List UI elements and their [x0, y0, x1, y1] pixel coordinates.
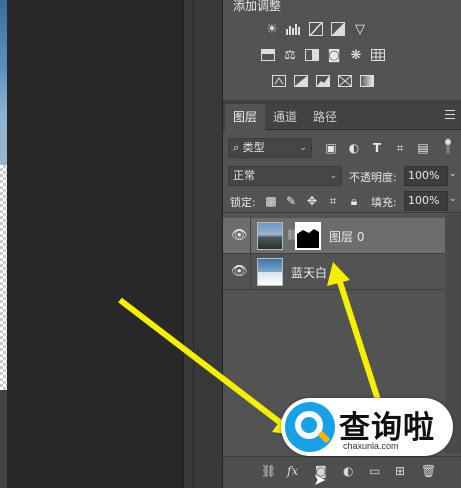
lock-artboard-icon[interactable]: ⌗	[324, 192, 342, 210]
chevron-down-icon: ⌄	[329, 171, 337, 181]
blend-row: 正常 ⌄ 不透明度: 100% ⌄	[223, 164, 461, 188]
layer-filter-row: ⌕ 类型 ⌄ ▣ ◐ T ⌗ ▤	[223, 136, 461, 160]
lock-transparent-icon[interactable]: ▩	[262, 192, 280, 210]
lock-label: 锁定:	[230, 196, 256, 209]
hue-saturation-icon[interactable]	[257, 45, 279, 65]
panel-menu-icon[interactable]	[445, 110, 455, 122]
transparency-checkerboard	[0, 165, 7, 390]
lock-paint-icon[interactable]: ✎	[282, 192, 300, 210]
adjustment-layer-icon[interactable]: ◐	[343, 464, 353, 478]
filter-pixel-icon[interactable]: ▣	[322, 139, 340, 157]
filter-kind-label: 类型	[242, 141, 265, 154]
lock-row: 锁定: ▩ ✎ ✥ ⌗ 🔒︎ 填充: 100% ⌄	[223, 191, 461, 213]
document-sky-image	[0, 0, 7, 165]
filter-smart-object-icon[interactable]: ▤	[414, 139, 432, 157]
fill-field[interactable]: 100%	[404, 191, 448, 211]
layers-tabs: 图层 通道 路径	[223, 104, 461, 130]
fx-icon[interactable]: fx	[287, 464, 298, 478]
link-layers-icon[interactable]: ⛓	[261, 464, 276, 478]
panel-dock-strip[interactable]	[183, 0, 223, 488]
layer-name[interactable]: 图层 0	[329, 228, 364, 245]
tab-channels[interactable]: 通道	[265, 104, 305, 130]
delete-layer-icon[interactable]: 🗑︎	[421, 464, 436, 478]
canvas-area[interactable]	[0, 0, 183, 488]
lock-all-icon[interactable]: 🔒︎	[345, 192, 363, 210]
magnifier-logo-icon	[285, 402, 335, 452]
filter-shape-icon[interactable]: ⌗	[391, 139, 409, 157]
filter-type-icon[interactable]: T	[368, 139, 386, 157]
exposure-icon[interactable]	[327, 19, 349, 39]
opacity-label: 不透明度:	[349, 171, 397, 184]
threshold-icon[interactable]	[312, 71, 334, 91]
visibility-eye-icon[interactable]: 👁︎	[231, 228, 248, 243]
search-icon: ⌕	[233, 141, 240, 154]
filter-kind-select[interactable]: ⌕ 类型 ⌄	[228, 138, 312, 158]
mouse-cursor-icon: ➤	[313, 470, 327, 488]
blend-mode-value: 正常	[233, 169, 255, 182]
black-white-icon[interactable]	[301, 45, 323, 65]
document-edge	[0, 0, 7, 488]
levels-icon[interactable]	[283, 19, 305, 39]
color-lookup-icon[interactable]	[367, 45, 389, 65]
curves-icon[interactable]	[305, 19, 327, 39]
layer-thumbnail[interactable]	[257, 258, 283, 286]
adjustments-title: 添加调整	[233, 0, 282, 13]
watermark-url: chaxunla.com	[343, 441, 399, 451]
layer-name[interactable]: 蓝天白	[291, 264, 327, 281]
watermark-logo: 查询啦 chaxunla.com	[281, 398, 453, 456]
visibility-eye-icon[interactable]: 👁︎	[231, 264, 248, 279]
blend-mode-select[interactable]: 正常 ⌄	[228, 166, 342, 186]
adjustments-panel: 添加调整 ☀ ▽ ⚖ ◙ ❋	[223, 0, 461, 100]
opacity-dropdown-icon[interactable]: ⌄	[449, 169, 457, 179]
invert-icon[interactable]	[268, 71, 290, 91]
vibrance-icon[interactable]: ▽	[349, 19, 371, 39]
document-bottom	[0, 390, 7, 488]
gradient-map-icon[interactable]	[356, 71, 378, 91]
fill-dropdown-icon[interactable]: ⌄	[449, 194, 457, 204]
filter-toggle-icon[interactable]	[441, 138, 455, 156]
opacity-field[interactable]: 100%	[404, 166, 448, 186]
posterize-icon[interactable]	[290, 71, 312, 91]
selective-color-icon[interactable]	[334, 71, 356, 91]
tab-paths[interactable]: 路径	[305, 104, 345, 130]
photo-filter-icon[interactable]: ◙	[323, 45, 345, 65]
layer-row-sky[interactable]: 👁︎ 蓝天白	[223, 254, 445, 290]
layer-mask-thumbnail[interactable]	[295, 222, 321, 250]
chevron-down-icon: ⌄	[299, 143, 307, 153]
layer-row-layer0[interactable]: 👁︎ ⛓ 图层 0	[223, 218, 445, 254]
group-icon[interactable]: ▭	[369, 464, 380, 478]
lock-position-icon[interactable]: ✥	[303, 192, 321, 210]
new-layer-icon[interactable]: ⊞	[395, 464, 405, 478]
tab-layers[interactable]: 图层	[225, 104, 266, 130]
layers-footer: ⛓ fx ◙ ◐ ▭ ⊞ 🗑︎	[223, 456, 461, 488]
channel-mixer-icon[interactable]: ❋	[345, 45, 367, 65]
fill-label: 填充:	[371, 196, 397, 209]
filter-adjustment-icon[interactable]: ◐	[345, 139, 363, 157]
color-balance-icon[interactable]: ⚖	[279, 45, 301, 65]
layer-thumbnail[interactable]	[257, 222, 283, 250]
brightness-icon[interactable]: ☀	[261, 19, 283, 39]
